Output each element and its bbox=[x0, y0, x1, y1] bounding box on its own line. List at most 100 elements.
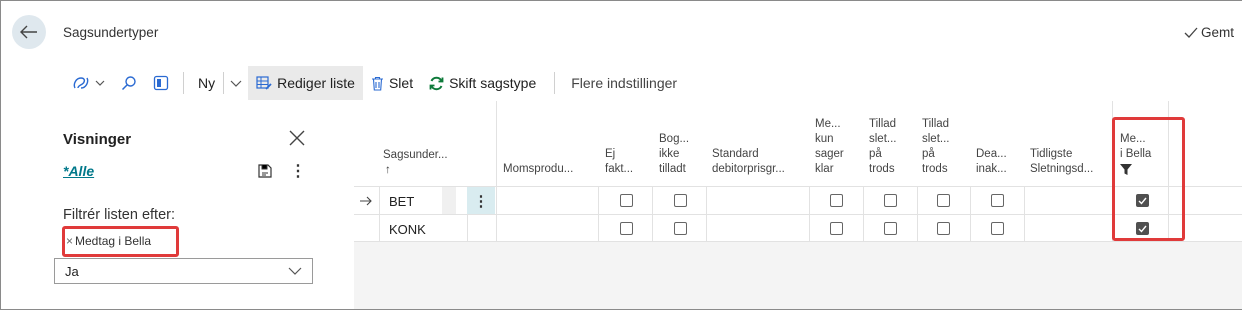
list-grid: Sagsunder... ↑ Momsprodu... Ej fakt... B… bbox=[354, 101, 1242, 309]
copilot-menu-button[interactable] bbox=[64, 66, 113, 100]
column-header-bog-ikke[interactable]: Bog... ikke tilladt bbox=[659, 132, 689, 177]
check-icon bbox=[1184, 27, 1198, 38]
tillad-1-checkbox[interactable] bbox=[884, 222, 897, 235]
header-line: Dea... bbox=[976, 148, 1007, 160]
cell-divider bbox=[379, 187, 380, 214]
code-cell-inset bbox=[442, 187, 456, 214]
new-label: Ny bbox=[198, 75, 216, 91]
table-row[interactable]: KONK bbox=[354, 214, 1242, 242]
cell-divider bbox=[652, 187, 653, 214]
header-line: på bbox=[869, 148, 882, 160]
column-header-moms[interactable]: Momsprodu... bbox=[503, 162, 573, 177]
bog-ikke-checkbox[interactable] bbox=[674, 194, 687, 207]
cell-divider bbox=[970, 187, 971, 214]
cell-divider bbox=[467, 215, 468, 242]
cell-divider bbox=[917, 215, 918, 242]
column-header-dea-inak[interactable]: Dea... inak... bbox=[976, 147, 1007, 177]
header-line: Standard bbox=[712, 148, 759, 160]
header-line: Tillad bbox=[869, 118, 897, 130]
refresh-icon bbox=[429, 76, 444, 90]
edit-list-button[interactable]: Rediger liste bbox=[248, 66, 363, 100]
edit-list-label: Rediger liste bbox=[277, 75, 355, 91]
tillad-2-checkbox[interactable] bbox=[937, 194, 950, 207]
header-line: inak... bbox=[976, 163, 1007, 175]
column-header-ej-fakt[interactable]: Ej fakt... bbox=[605, 147, 633, 177]
header-line: på bbox=[922, 148, 935, 160]
header-line: debitorprisgr... bbox=[712, 163, 785, 175]
search-button[interactable] bbox=[113, 66, 145, 100]
action-toolbar: Ny Rediger liste Slet Skift sagstype Fle… bbox=[64, 66, 1242, 100]
cell-divider bbox=[652, 215, 653, 242]
cell-divider bbox=[917, 187, 918, 214]
column-divider bbox=[496, 101, 497, 186]
cell-divider bbox=[706, 215, 707, 242]
code-cell[interactable]: KONK bbox=[389, 215, 426, 243]
switch-case-type-label: Skift sagstype bbox=[449, 75, 537, 91]
cell-divider bbox=[809, 215, 810, 242]
chevron-down-icon bbox=[288, 267, 302, 275]
cell-divider bbox=[496, 215, 497, 242]
switch-case-type-button[interactable]: Skift sagstype bbox=[421, 66, 544, 100]
cell-divider bbox=[379, 215, 380, 242]
ej-fakt-checkbox[interactable] bbox=[620, 194, 633, 207]
header-line: Tillad bbox=[922, 118, 950, 130]
column-header-me-kun[interactable]: Me... kun sager klar bbox=[815, 117, 844, 177]
cell-divider bbox=[970, 215, 971, 242]
bog-ikke-checkbox[interactable] bbox=[674, 222, 687, 235]
column-header-code[interactable]: Sagsunder... ↑ bbox=[383, 148, 448, 178]
header-line: Bog... bbox=[659, 133, 690, 145]
filter-value-select[interactable]: Ja bbox=[54, 258, 313, 284]
cell-divider bbox=[598, 215, 599, 242]
column-header-tillad-1[interactable]: Tillad slet... på trods bbox=[869, 117, 896, 177]
dea-inak-checkbox[interactable] bbox=[991, 194, 1004, 207]
arrow-left-icon bbox=[20, 25, 37, 39]
dea-inak-checkbox[interactable] bbox=[991, 222, 1004, 235]
chevron-down-icon bbox=[230, 80, 242, 87]
save-view-icon[interactable] bbox=[257, 163, 273, 179]
header-line: trods bbox=[922, 163, 948, 175]
toolbar-divider bbox=[554, 72, 556, 94]
column-header-tidligste[interactable]: Tidligste Sletningsd... bbox=[1030, 147, 1093, 177]
search-icon bbox=[121, 76, 136, 91]
close-icon[interactable] bbox=[287, 128, 307, 148]
header-line: kun bbox=[815, 133, 834, 145]
more-settings-button[interactable]: Flere indstillinger bbox=[563, 66, 685, 100]
cell-divider bbox=[496, 187, 497, 214]
header-line: klar bbox=[815, 163, 834, 175]
highlight-annotation bbox=[62, 226, 179, 257]
cell-divider bbox=[1024, 215, 1025, 242]
header-line: Sagsunder... bbox=[383, 149, 448, 161]
table-row[interactable]: BET ⋮ bbox=[354, 186, 1242, 214]
back-button[interactable] bbox=[12, 15, 46, 49]
new-dropdown-button[interactable] bbox=[224, 66, 248, 100]
views-title: Visninger bbox=[63, 131, 132, 148]
edit-list-icon bbox=[256, 76, 272, 90]
tillad-1-checkbox[interactable] bbox=[884, 194, 897, 207]
new-button[interactable]: Ny bbox=[190, 66, 223, 100]
more-options-icon[interactable]: ⋮ bbox=[290, 161, 306, 181]
column-header-tillad-2[interactable]: Tillad slet... på trods bbox=[922, 117, 949, 177]
row-selector-arrow[interactable] bbox=[360, 187, 372, 215]
me-kun-checkbox[interactable] bbox=[830, 222, 843, 235]
header-line: Ej bbox=[605, 148, 616, 160]
column-header-std-debitor[interactable]: Standard debitorprisgr... bbox=[712, 147, 785, 177]
header-line: Tidligste bbox=[1030, 148, 1073, 160]
highlight-annotation bbox=[1112, 117, 1185, 241]
cell-divider bbox=[1024, 187, 1025, 214]
show-filter-pane-button[interactable] bbox=[145, 66, 177, 100]
row-actions-button[interactable]: ⋮ bbox=[467, 187, 495, 214]
header-line: ikke bbox=[659, 148, 680, 160]
delete-button[interactable]: Slet bbox=[363, 66, 421, 100]
header-line: sager bbox=[815, 148, 844, 160]
more-settings-label: Flere indstillinger bbox=[571, 75, 678, 91]
header-line: slet... bbox=[922, 133, 950, 145]
me-kun-checkbox[interactable] bbox=[830, 194, 843, 207]
views-pane: Visninger *Alle ⋮ Filtrér listen efter: … bbox=[54, 101, 354, 309]
header-line: trods bbox=[869, 163, 895, 175]
toolbar-divider bbox=[183, 72, 184, 94]
ej-fakt-checkbox[interactable] bbox=[620, 222, 633, 235]
view-all-link[interactable]: *Alle bbox=[63, 163, 94, 179]
header-line: slet... bbox=[869, 133, 897, 145]
tillad-2-checkbox[interactable] bbox=[937, 222, 950, 235]
code-cell[interactable]: BET bbox=[389, 187, 414, 215]
